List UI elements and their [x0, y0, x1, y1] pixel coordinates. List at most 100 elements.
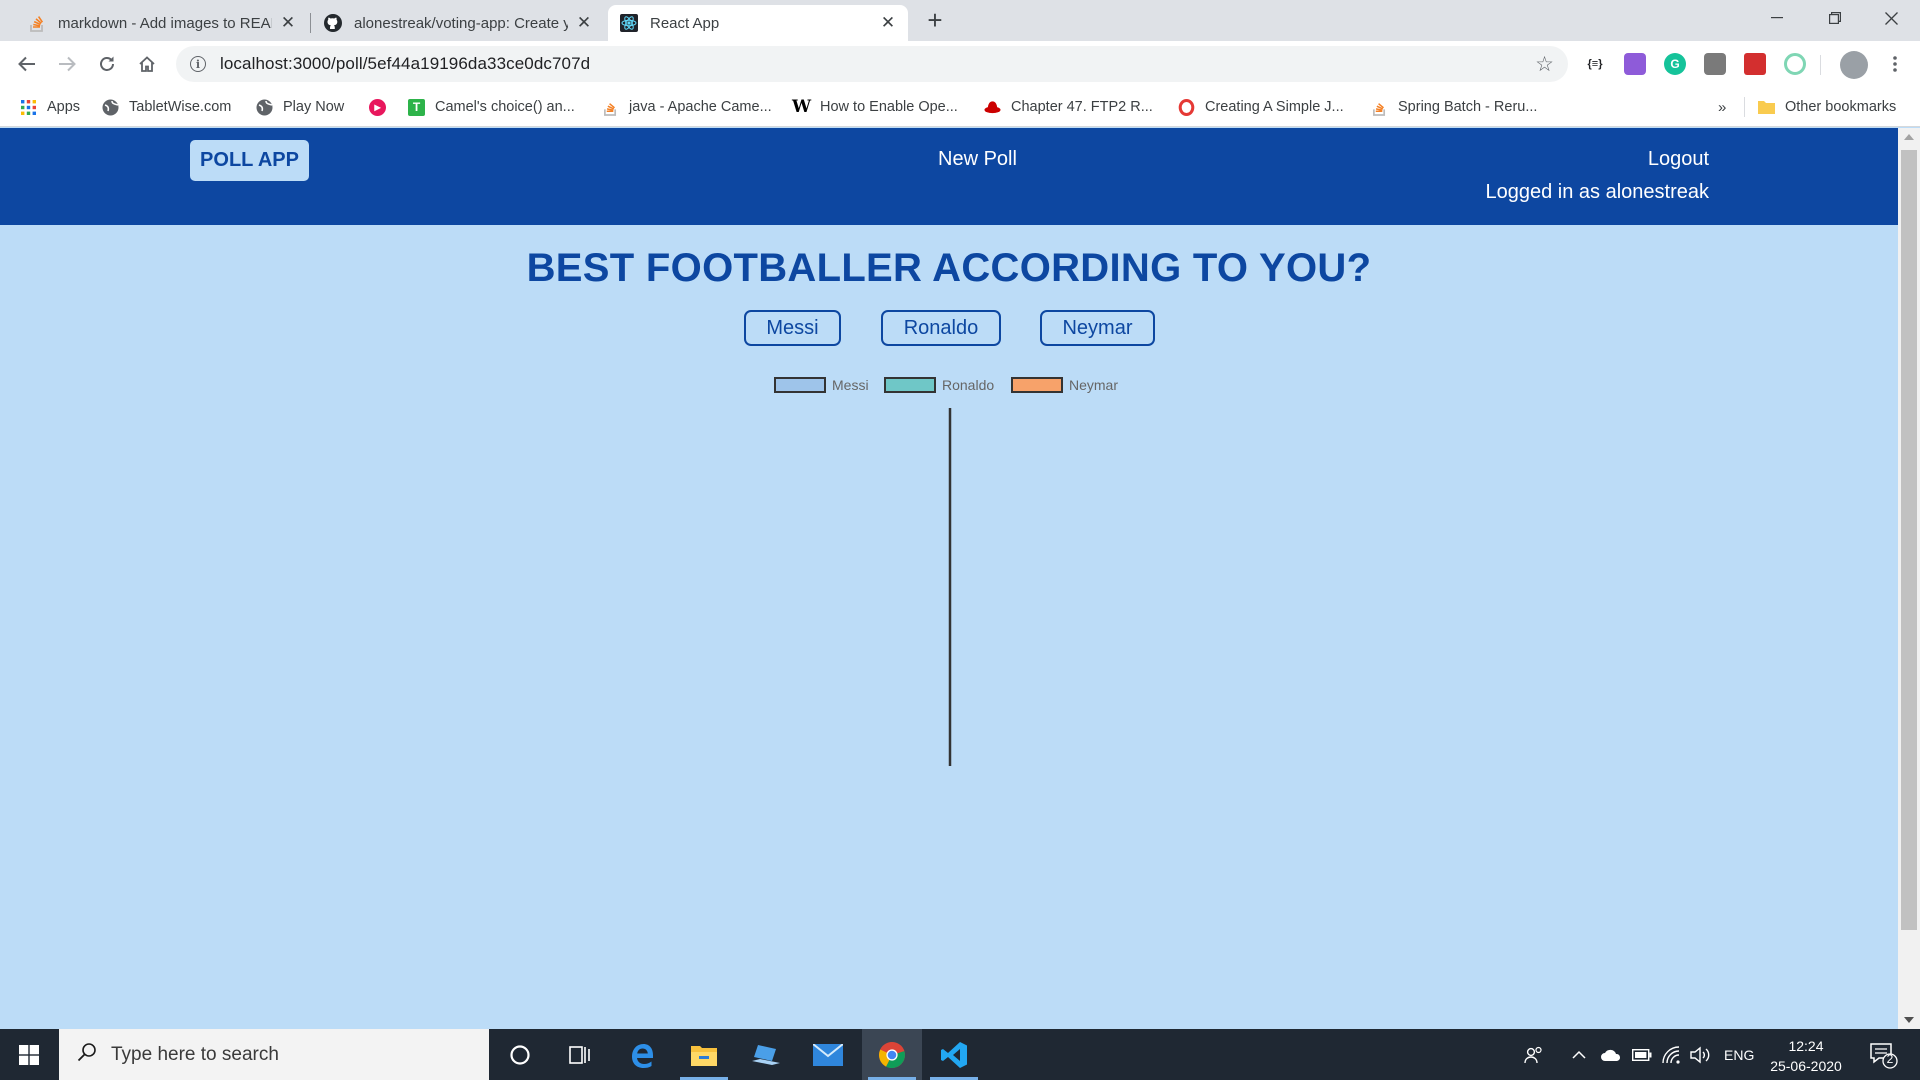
back-arrow-icon[interactable]	[12, 49, 42, 79]
windows-start-icon[interactable]	[0, 1029, 58, 1080]
edge-browser-icon[interactable]	[612, 1029, 672, 1080]
bookmark-how-to-enable[interactable]: W How to Enable Ope...	[792, 96, 958, 118]
battery-icon[interactable]	[1632, 1029, 1652, 1080]
clock-date: 25-06-2020	[1770, 1058, 1842, 1074]
stackoverflow-icon	[28, 14, 46, 32]
vote-neymar-button[interactable]: Neymar	[1040, 310, 1155, 346]
tab-title: React App	[650, 14, 720, 32]
browser-tab[interactable]: alonestreak/voting-app: Create your own …	[312, 5, 604, 41]
reload-icon[interactable]	[92, 49, 122, 79]
file-explorer-icon[interactable]	[674, 1029, 734, 1080]
scroll-up-arrow-icon[interactable]	[1904, 134, 1914, 140]
json-viewer-extension-icon[interactable]: {≡}	[1584, 53, 1606, 75]
globe-icon	[102, 99, 119, 116]
bookmark-play-now[interactable]: Play Now	[256, 96, 344, 118]
green-ring-extension-icon[interactable]	[1784, 53, 1806, 75]
legend-label-neymar: Neymar	[1069, 377, 1118, 393]
profile-avatar[interactable]	[1840, 51, 1868, 79]
onedrive-cloud-icon[interactable]	[1600, 1029, 1622, 1080]
mail-icon[interactable]	[798, 1029, 858, 1080]
bookmark-camels-choice[interactable]: T Camel's choice() an...	[408, 96, 575, 118]
people-icon[interactable]	[1524, 1029, 1544, 1080]
taskbar-clock[interactable]: 12:24 25-06-2020	[1765, 1036, 1847, 1076]
logged-in-user-text: Logged in as alonestreak	[1485, 181, 1710, 203]
purple-extension-icon[interactable]	[1624, 53, 1646, 75]
tab-divider	[310, 13, 311, 33]
vote-messi-button[interactable]: Messi	[744, 310, 841, 346]
vscode-icon[interactable]	[924, 1029, 984, 1080]
folder-icon	[1758, 99, 1775, 116]
bookmark-other-bookmarks[interactable]: Other bookmarks	[1758, 96, 1896, 118]
poll-app-logo-button[interactable]: POLL APP	[190, 140, 309, 181]
search-icon	[77, 1042, 97, 1068]
red-extension-icon[interactable]	[1744, 53, 1766, 75]
bookmark-star-icon[interactable]: ☆	[1535, 52, 1554, 77]
volume-icon[interactable]	[1690, 1029, 1712, 1080]
browser-tab-strip: markdown - Add images to README ✕ alones…	[0, 0, 1920, 41]
bookmarks-overflow-chevron-icon[interactable]: »	[1718, 96, 1726, 118]
vote-ronaldo-button[interactable]: Ronaldo	[881, 310, 1001, 346]
task-view-icon[interactable]	[550, 1029, 610, 1080]
taskbar-search-box[interactable]: Type here to search	[59, 1029, 489, 1080]
windows-taskbar: Type here to search ENG 12:24 25-06-2020…	[0, 1029, 1920, 1080]
clock-time: 12:24	[1788, 1038, 1824, 1054]
close-tab-icon[interactable]: ✕	[880, 13, 896, 33]
input-language-indicator[interactable]: ENG	[1724, 1029, 1754, 1080]
new-poll-link[interactable]: New Poll	[938, 148, 1017, 171]
restore-icon[interactable]	[1806, 0, 1864, 36]
site-info-icon[interactable]: i	[190, 56, 206, 72]
new-tab-plus-icon[interactable]: +	[920, 7, 950, 33]
gray-extension-icon[interactable]	[1704, 53, 1726, 75]
legend-swatch-messi[interactable]	[774, 377, 826, 393]
laptop-app-icon[interactable]	[736, 1029, 796, 1080]
chrome-icon[interactable]	[862, 1029, 922, 1080]
bookmark-label: Creating A Simple J...	[1205, 99, 1344, 115]
legend-swatch-neymar[interactable]	[1011, 377, 1063, 393]
stackoverflow-icon	[602, 99, 619, 116]
bookmark-label: Spring Batch - Reru...	[1398, 99, 1538, 115]
action-center-notification-icon[interactable]: 2	[1868, 1039, 1898, 1069]
cortana-icon[interactable]	[490, 1029, 550, 1080]
home-icon[interactable]	[132, 49, 162, 79]
wifi-icon[interactable]	[1662, 1029, 1680, 1080]
app-navbar: POLL APP New Poll Logout Logged in as al…	[0, 128, 1898, 225]
redhat-icon	[984, 99, 1001, 116]
legend-label-messi: Messi	[832, 377, 869, 393]
bookmark-label: Play Now	[283, 99, 345, 115]
scrollbar-thumb[interactable]	[1901, 150, 1917, 930]
react-icon	[620, 14, 638, 32]
bookmark-label: Apps	[47, 99, 81, 115]
poll-question: BEST FOOTBALLER ACCORDING TO YOU?	[526, 246, 1372, 290]
bookmark-chapter-47[interactable]: Chapter 47. FTP2 R...	[984, 96, 1153, 118]
address-bar[interactable]: i localhost:3000/poll/5ef44a19196da33ce0…	[176, 46, 1568, 82]
legend-label-ronaldo: Ronaldo	[942, 377, 994, 393]
forward-arrow-icon[interactable]	[52, 49, 82, 79]
notification-count: 2	[1886, 1052, 1894, 1066]
bookmark-label: Camel's choice() an...	[435, 99, 575, 115]
close-tab-icon[interactable]: ✕	[280, 13, 296, 33]
bookmark-spring-batch[interactable]: Spring Batch - Reru...	[1371, 96, 1537, 118]
close-tab-icon[interactable]: ✕	[576, 13, 592, 33]
bookmark-label: Chapter 47. FTP2 R...	[1011, 99, 1153, 115]
toolbar-divider	[1820, 55, 1821, 75]
minimize-icon[interactable]	[1748, 0, 1806, 36]
bookmark-creating-simple[interactable]: Creating A Simple J...	[1178, 96, 1344, 118]
bookmark-apps[interactable]: Apps	[20, 96, 80, 118]
url-text: localhost:3000/poll/5ef44a19196da33ce0dc…	[220, 54, 591, 73]
legend-swatch-ronaldo[interactable]	[884, 377, 936, 393]
browser-tab[interactable]: markdown - Add images to README ✕	[16, 5, 308, 41]
grammarly-icon[interactable]: G	[1664, 53, 1686, 75]
apps-grid-icon	[20, 99, 37, 116]
page-scrollbar[interactable]	[1898, 128, 1920, 1029]
bookmark-java-apache-camel[interactable]: java - Apache Came...	[602, 96, 772, 118]
bookmark-tabletwise[interactable]: TabletWise.com	[102, 96, 231, 118]
logout-link[interactable]: Logout	[1648, 148, 1709, 171]
green-t-icon: T	[408, 98, 425, 116]
scroll-down-arrow-icon[interactable]	[1904, 1017, 1914, 1023]
browser-tab-active[interactable]: React App ✕	[608, 5, 908, 41]
close-window-icon[interactable]	[1862, 0, 1920, 36]
chrome-menu-icon[interactable]	[1880, 49, 1910, 79]
show-hidden-icons-chevron-icon[interactable]	[1572, 1029, 1586, 1080]
search-placeholder: Type here to search	[111, 1043, 279, 1065]
bookmark-red-site[interactable]: ▸	[369, 96, 396, 118]
